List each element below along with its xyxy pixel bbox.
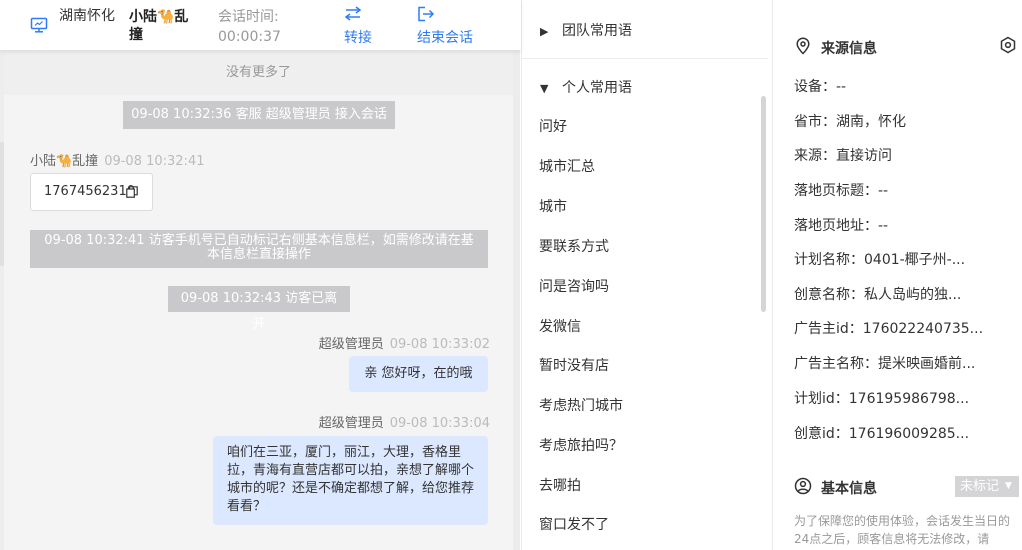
visitor-info-panel: 来源信息 设备：-- 省市：湖南，怀化 来源：直接访问 落地页标题：-- 落地页… bbox=[773, 0, 1022, 550]
info-source: 来源：直接访问 bbox=[794, 148, 892, 164]
agent-name: 超级管理员 bbox=[318, 416, 384, 431]
info-advertiser-id: 广告主id：176022240735... bbox=[794, 321, 984, 337]
team-phrases-group[interactable]: ▶ 团队常用语 bbox=[540, 20, 632, 40]
source-info-title: 来源信息 bbox=[821, 41, 877, 57]
system-message: 09-08 10:32:43 访客已离开 bbox=[168, 286, 350, 332]
transfer-icon bbox=[344, 6, 362, 21]
phrase-item[interactable]: 窗口发不了 bbox=[539, 514, 609, 534]
phrase-item[interactable]: 问好 bbox=[539, 116, 567, 136]
phrase-item[interactable]: 问是咨询吗 bbox=[539, 276, 609, 296]
transfer-label: 转接 bbox=[344, 30, 372, 46]
caret-right-icon: ▶ bbox=[540, 25, 549, 38]
info-landing-url: 落地页地址：-- bbox=[794, 218, 889, 234]
info-plan-id: 计划id：176195986798... bbox=[794, 391, 970, 407]
user-icon bbox=[794, 477, 812, 495]
message-time: 09-08 10:32:41 bbox=[104, 154, 205, 169]
chat-scrollbar[interactable] bbox=[513, 50, 520, 550]
caret-down-icon: ▼ bbox=[540, 82, 549, 95]
chat-panel: 湖南怀化 小陆🐪乱撞 会话时间: 00:00:37 转接 结束会话 没有更多了 … bbox=[0, 0, 521, 550]
visitor-name: 小陆🐪乱撞 bbox=[129, 9, 189, 43]
no-more-history: 没有更多了 bbox=[4, 50, 513, 95]
agent-name: 超级管理员 bbox=[318, 337, 384, 352]
basic-info-title: 基本信息 bbox=[821, 481, 877, 497]
chat-header: 湖南怀化 小陆🐪乱撞 会话时间: 00:00:37 转接 结束会话 bbox=[0, 0, 521, 50]
agent-message-bubble: 亲 您好呀，在的哦 bbox=[349, 356, 488, 392]
customer-phone-text: 17674562310 bbox=[44, 184, 135, 199]
agent-message-meta: 超级管理员 09-08 10:33:02 bbox=[319, 333, 490, 352]
team-phrases-label: 团队常用语 bbox=[562, 23, 632, 39]
exit-icon bbox=[418, 6, 435, 22]
copy-icon[interactable] bbox=[126, 186, 138, 198]
phrases-scrollbar[interactable] bbox=[761, 96, 766, 312]
customer-message-bubble[interactable]: 17674562310 bbox=[30, 173, 153, 211]
mark-label: 未标记 bbox=[960, 479, 1000, 494]
system-message: 09-08 10:32:36 客服 超级管理员 接入会话 bbox=[123, 101, 395, 129]
end-session-label: 结束会话 bbox=[417, 30, 473, 46]
agent-message-meta: 超级管理员 09-08 10:33:04 bbox=[319, 412, 490, 431]
mark-dropdown[interactable]: 未标记 ▼ bbox=[955, 476, 1019, 497]
phrase-item[interactable]: 考虑旅拍吗？ bbox=[539, 435, 623, 455]
customer-message-meta: 小陆🐪乱撞 09-08 10:32:41 bbox=[30, 150, 204, 169]
agent-message-bubble: 咱们在三亚，厦门，丽江，大理，香格里拉，青海有直营店都可以拍，亲想了解哪个城市的… bbox=[213, 436, 488, 525]
message-time: 09-08 10:33:02 bbox=[389, 337, 490, 352]
phrase-item[interactable]: 发微信 bbox=[539, 316, 581, 336]
phrase-item[interactable]: 暂时没有店 bbox=[539, 355, 609, 375]
basic-info-notice: 为了保障您的使用体验，会话发生当日的24点之后，顾客信息将无法修改，请 bbox=[794, 514, 1011, 546]
divider bbox=[522, 58, 768, 59]
customer-name: 小陆🐪乱撞 bbox=[30, 154, 99, 169]
message-time: 09-08 10:33:04 bbox=[389, 416, 490, 431]
info-plan-name: 计划名称：0401-椰子州-... bbox=[794, 252, 966, 268]
info-province-city: 省市：湖南，怀化 bbox=[794, 114, 906, 130]
phrase-item[interactable]: 去哪拍 bbox=[539, 475, 581, 495]
monitor-icon bbox=[30, 17, 48, 33]
personal-phrases-label: 个人常用语 bbox=[562, 80, 632, 96]
settings-icon[interactable] bbox=[999, 36, 1017, 54]
basic-info-header: 基本信息 bbox=[794, 477, 914, 497]
info-device: 设备：-- bbox=[794, 79, 847, 95]
caret-down-icon: ▼ bbox=[1005, 481, 1012, 491]
end-session-button[interactable]: 结束会话 bbox=[417, 4, 473, 47]
phrase-item[interactable]: 要联系方式 bbox=[539, 236, 609, 256]
location-pin-icon bbox=[796, 37, 810, 55]
phrase-item[interactable]: 城市汇总 bbox=[539, 156, 595, 176]
session-time-value: 00:00:37 bbox=[218, 29, 281, 45]
info-creative-name: 创意名称：私人岛屿的独... bbox=[794, 287, 962, 303]
quick-phrases-panel: ▶ 团队常用语 ▼ 个人常用语 问好 城市汇总 城市 要联系方式 问是咨询吗 发微信… bbox=[521, 0, 773, 550]
info-advertiser-name: 广告主名称：提米映画婚前... bbox=[794, 356, 976, 372]
phrase-item[interactable]: 考虑热门城市 bbox=[539, 395, 623, 415]
info-landing-title: 落地页标题：-- bbox=[794, 183, 889, 199]
session-time-label: 会话时间: bbox=[218, 9, 279, 25]
chat-message-list[interactable]: 没有更多了 09-08 10:32:36 客服 超级管理员 接入会话 小陆🐪乱撞… bbox=[4, 50, 520, 550]
source-info-header: 来源信息 bbox=[794, 37, 914, 57]
info-creative-id: 创意id：176196009285... bbox=[794, 426, 970, 442]
visitor-location: 湖南怀化 bbox=[59, 8, 115, 24]
system-message: 09-08 10:32:41 访客手机号已自动标记右侧基本信息栏，如需修改请在基… bbox=[30, 230, 488, 268]
transfer-button[interactable]: 转接 bbox=[344, 4, 372, 47]
personal-phrases-group[interactable]: ▼ 个人常用语 bbox=[540, 77, 632, 97]
phrase-item[interactable]: 城市 bbox=[539, 196, 567, 216]
